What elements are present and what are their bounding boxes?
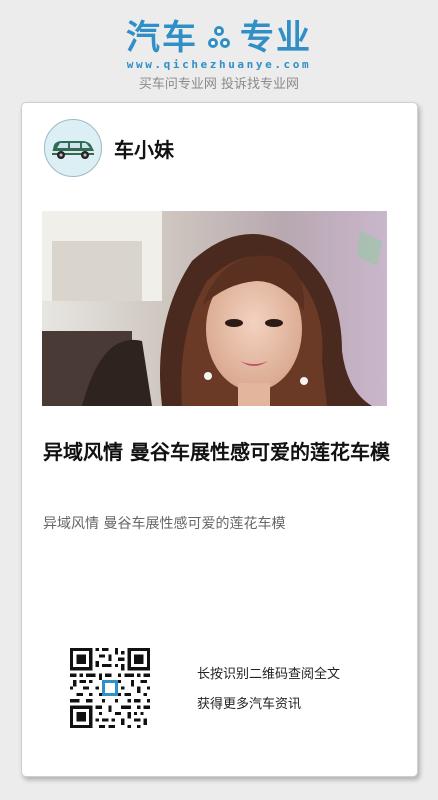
qr-instructions: 长按识别二维码查阅全文 获得更多汽车资讯 xyxy=(197,660,340,720)
logo-text-right: 专业 xyxy=(240,18,312,58)
article-photo-image xyxy=(42,211,387,406)
author-info: 车小妹 xyxy=(44,119,174,177)
site-url: www.qichezhuanye.com xyxy=(126,58,312,71)
site-logo: 汽车 专业 www.qichezhuanye.com 买车问专业网 投诉找专业网 xyxy=(0,18,438,92)
gear-icon xyxy=(208,26,230,48)
qr-code-icon[interactable] xyxy=(70,648,150,728)
article-title[interactable]: 异域风情 曼谷车展性感可爱的莲花车模 xyxy=(43,437,393,467)
author-name: 车小妹 xyxy=(114,137,174,162)
qr-line-2: 获得更多汽车资讯 xyxy=(197,697,302,712)
article-photo xyxy=(42,211,387,406)
article-summary: 异域风情 曼谷车展性感可爱的莲花车模 xyxy=(43,516,286,532)
avatar xyxy=(44,119,102,177)
qr-line-1: 长按识别二维码查阅全文 xyxy=(197,667,341,682)
logo-text-left: 汽车 xyxy=(126,18,198,58)
site-slogan: 买车问专业网 投诉找专业网 xyxy=(138,77,300,92)
logo-mark: 汽车 专业 xyxy=(0,18,438,58)
article-card: 车小妹 异域风情 曼谷车展性感可爱的莲花车模 异域风情 曼谷车展性感可爱的莲花车… xyxy=(21,102,418,777)
car-icon xyxy=(52,141,94,159)
